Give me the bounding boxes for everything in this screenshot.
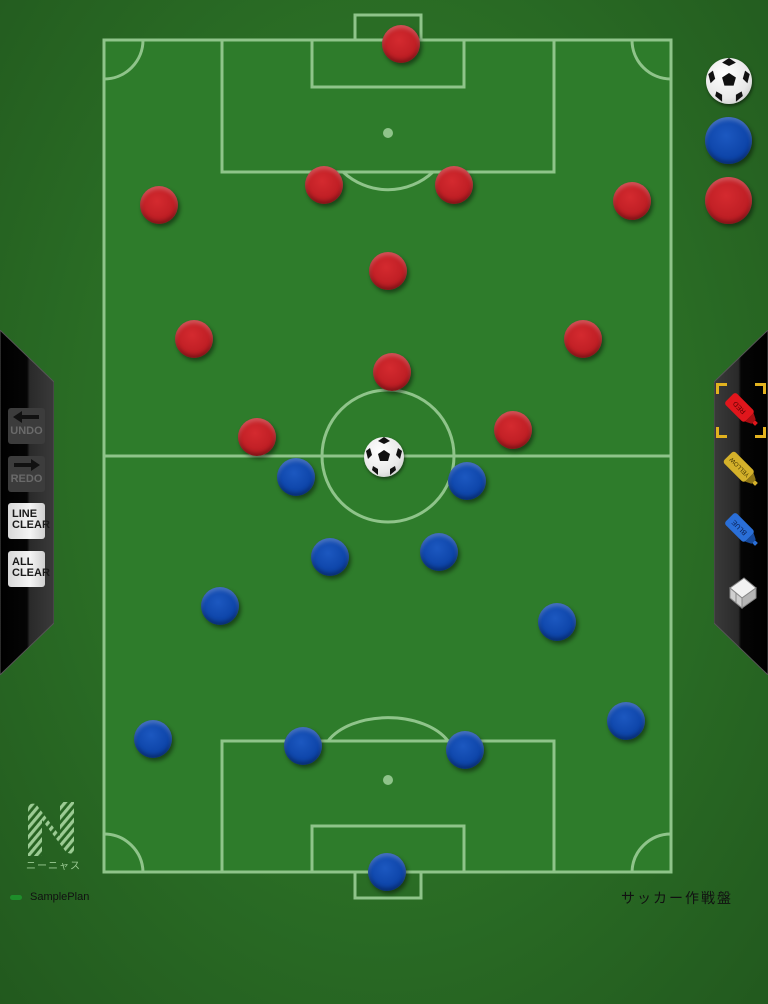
redo-button[interactable]: REDO [8, 456, 45, 492]
blue-player-piece-defender[interactable] [284, 727, 322, 765]
soccer-ball-icon [708, 58, 750, 102]
red-player-piece-forward[interactable] [373, 353, 411, 391]
red-player-piece-goalkeeper[interactable] [382, 25, 420, 63]
eraser-button[interactable] [720, 568, 766, 614]
blue-player-piece-midfielder[interactable] [420, 533, 458, 571]
yellow-marker-button[interactable]: YELLOW [720, 448, 766, 494]
ball[interactable] [364, 437, 404, 477]
brand-logo-icon [28, 802, 74, 856]
red-player-piece-midfielder[interactable] [175, 320, 213, 358]
blue-player-piece-defender[interactable] [607, 702, 645, 740]
blue-player-piece-midfielder[interactable] [311, 538, 349, 576]
all-clear-button[interactable]: ALL CLEAR [8, 551, 50, 587]
palette-red-piece[interactable] [705, 177, 752, 224]
undo-button[interactable]: UNDO [8, 408, 45, 444]
blue-marker-button[interactable]: BLUE [720, 508, 766, 554]
yellow-marker-icon: YELLOW [723, 451, 758, 486]
red-player-piece-defender[interactable] [140, 186, 178, 224]
line-clear-button[interactable]: LINE CLEAR [8, 503, 50, 539]
blue-player-piece-defender[interactable] [134, 720, 172, 758]
palette-blue-piece[interactable] [705, 117, 752, 164]
red-marker-icon: RED [725, 393, 758, 426]
blue-player-piece-forward[interactable] [277, 458, 315, 496]
right-toolbar: RED YELLOW BLUE [714, 330, 768, 675]
red-player-piece-defender[interactable] [435, 166, 473, 204]
blue-player-piece-forward[interactable] [448, 462, 486, 500]
red-player-piece-forward[interactable] [238, 418, 276, 456]
blue-player-piece-goalkeeper[interactable] [368, 853, 406, 891]
red-player-piece-midfielder[interactable] [564, 320, 602, 358]
red-marker-button[interactable]: RED [720, 388, 766, 434]
app-title: サッカー作戦盤 [621, 890, 733, 906]
arrow-left-icon [13, 411, 39, 423]
plan-status-indicator [10, 895, 22, 900]
brand-name: ニーニャス [26, 861, 81, 872]
red-player-piece-defender[interactable] [613, 182, 651, 220]
soccer-ball-icon [366, 437, 402, 475]
plan-name[interactable]: SamplePlan [30, 891, 89, 903]
left-toolbar: UNDO REDO LINE CLEAR ALL CLEAR [0, 330, 54, 675]
arrow-right-icon [14, 459, 40, 471]
blue-player-piece-midfielder[interactable] [201, 587, 239, 625]
blue-marker-icon: BLUE [725, 513, 758, 546]
red-player-piece-midfielder[interactable] [369, 252, 407, 290]
palette-ball[interactable] [706, 58, 752, 104]
red-player-piece-defender[interactable] [305, 166, 343, 204]
blue-player-piece-defender[interactable] [446, 731, 484, 769]
red-player-piece-forward[interactable] [494, 411, 532, 449]
eraser-icon [729, 577, 757, 610]
blue-player-piece-midfielder[interactable] [538, 603, 576, 641]
